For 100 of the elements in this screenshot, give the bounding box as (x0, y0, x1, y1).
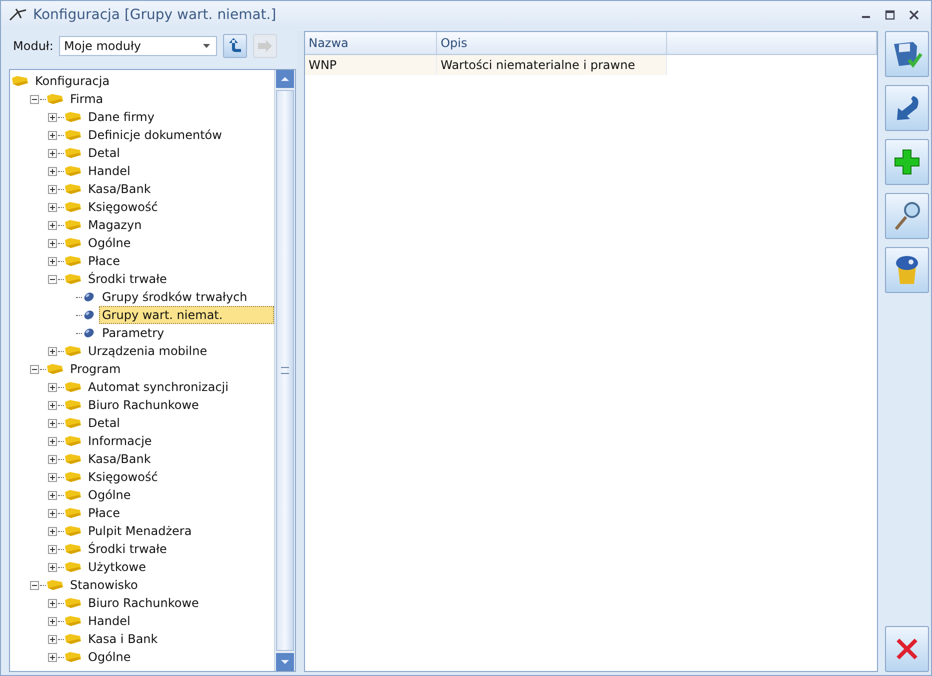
tree-item[interactable]: Grupy wart. niemat. (99, 306, 274, 324)
tree-item[interactable]: Program (67, 360, 124, 378)
expander-icon[interactable] (48, 472, 57, 482)
folder-icon (65, 255, 81, 267)
tree-item[interactable]: Urządzenia mobilne (85, 342, 210, 360)
expander-icon[interactable] (30, 580, 39, 590)
folder-icon (65, 129, 81, 141)
expander-icon[interactable] (48, 598, 57, 608)
tree-item[interactable]: Kasa/Bank (85, 450, 154, 468)
tree-item[interactable]: Płace (85, 252, 123, 270)
forward-icon (257, 39, 273, 53)
expander-icon[interactable] (48, 256, 57, 266)
tree-item[interactable]: Księgowość (85, 198, 161, 216)
table-cell: WNP (304, 55, 437, 75)
expander-icon[interactable] (30, 94, 39, 104)
expander-icon[interactable] (48, 562, 57, 572)
expander-icon[interactable] (48, 202, 57, 212)
folder-icon (65, 165, 81, 177)
tree-item[interactable]: Automat synchronizacji (85, 378, 232, 396)
caret-icon (203, 44, 210, 48)
scrollbar[interactable] (274, 70, 295, 671)
undo-button[interactable] (885, 85, 929, 131)
tree-item[interactable]: Informacje (85, 432, 155, 450)
tree-item[interactable]: Ogólne (85, 486, 134, 504)
gem-icon (83, 291, 95, 303)
scroll-thumb[interactable] (276, 90, 294, 651)
delete-button[interactable] (885, 247, 929, 293)
tree-item[interactable]: Kasa/Bank (85, 180, 154, 198)
expander-icon[interactable] (48, 274, 57, 284)
tree-item[interactable]: Biuro Rachunkowe (85, 594, 202, 612)
tree-item[interactable]: Kasa i Bank (85, 630, 161, 648)
folder-icon (65, 273, 81, 285)
folder-icon (65, 525, 81, 537)
expander-icon[interactable] (48, 616, 57, 626)
folder-icon (47, 363, 63, 375)
expander-icon[interactable] (48, 436, 57, 446)
plus-icon (893, 148, 921, 176)
tree-item[interactable]: Użytkowe (85, 558, 149, 576)
folder-icon (65, 507, 81, 519)
tree-item[interactable]: Ogólne (85, 648, 134, 666)
tree-item[interactable]: Księgowość (85, 468, 161, 486)
search-button[interactable] (885, 193, 929, 239)
expander-icon[interactable] (48, 400, 57, 410)
expander-icon[interactable] (48, 220, 57, 230)
expander-icon[interactable] (48, 238, 57, 248)
expander-icon[interactable] (48, 184, 57, 194)
expander-icon[interactable] (48, 544, 57, 554)
back-button[interactable] (223, 34, 247, 58)
tree-item[interactable]: Środki trwałe (85, 270, 170, 288)
tree-item[interactable]: Handel (85, 612, 134, 630)
folder-icon (47, 93, 63, 105)
expander-icon[interactable] (48, 166, 57, 176)
expander-icon[interactable] (48, 454, 57, 464)
tree-item[interactable]: Pulpit Menadżera (85, 522, 195, 540)
tree-item[interactable]: Konfiguracja (32, 72, 113, 90)
tree-item[interactable]: Definicje dokumentów (85, 126, 225, 144)
column-header[interactable]: Opis (436, 32, 667, 54)
folder-icon (65, 399, 81, 411)
expander-icon[interactable] (48, 130, 57, 140)
close-icon[interactable] (909, 10, 919, 20)
module-dropdown[interactable]: Moje moduły (59, 36, 217, 56)
save-button[interactable] (885, 31, 929, 77)
scroll-down-icon[interactable] (276, 653, 294, 671)
tree-item[interactable]: Stanowisko (67, 576, 141, 594)
tree-item[interactable]: Grupy środków trwałych (99, 288, 250, 306)
expander-icon[interactable] (48, 652, 57, 662)
folder-icon (65, 219, 81, 231)
expander-icon[interactable] (48, 508, 57, 518)
maximize-icon[interactable] (885, 10, 895, 20)
compass-icon (9, 8, 27, 22)
scroll-up-icon[interactable] (276, 70, 294, 88)
expander-icon[interactable] (48, 418, 57, 428)
tree-item[interactable]: Handel (85, 162, 134, 180)
folder-icon (65, 381, 81, 393)
tree-item[interactable]: Środki trwałe (85, 540, 170, 558)
column-header[interactable]: Nazwa (304, 32, 437, 54)
tree-item[interactable]: Detal (85, 414, 124, 432)
tree-item[interactable]: Detal (85, 144, 124, 162)
folder-icon (12, 75, 28, 87)
folder-icon (65, 183, 81, 195)
expander-icon[interactable] (48, 526, 57, 536)
expander-icon[interactable] (48, 382, 57, 392)
folder-icon (65, 543, 81, 555)
tree-item[interactable]: Firma (67, 90, 106, 108)
expander-icon[interactable] (48, 346, 57, 356)
cancel-button[interactable] (885, 626, 929, 672)
tree-item[interactable]: Dane firmy (85, 108, 158, 126)
expander-icon[interactable] (48, 112, 57, 122)
expander-icon[interactable] (30, 364, 39, 374)
tree-item[interactable]: Ogólne (85, 234, 134, 252)
tree-item[interactable]: Płace (85, 504, 123, 522)
expander-icon[interactable] (48, 148, 57, 158)
tree-item[interactable]: Biuro Rachunkowe (85, 396, 202, 414)
expander-icon[interactable] (48, 490, 57, 500)
expander-icon[interactable] (48, 634, 57, 644)
tree-item[interactable]: Magazyn (85, 216, 145, 234)
tree-item[interactable]: Parametry (99, 324, 168, 342)
table-cell: Wartości niematerialne i prawne (436, 55, 667, 75)
add-button[interactable] (885, 139, 929, 185)
folder-icon (65, 561, 81, 573)
